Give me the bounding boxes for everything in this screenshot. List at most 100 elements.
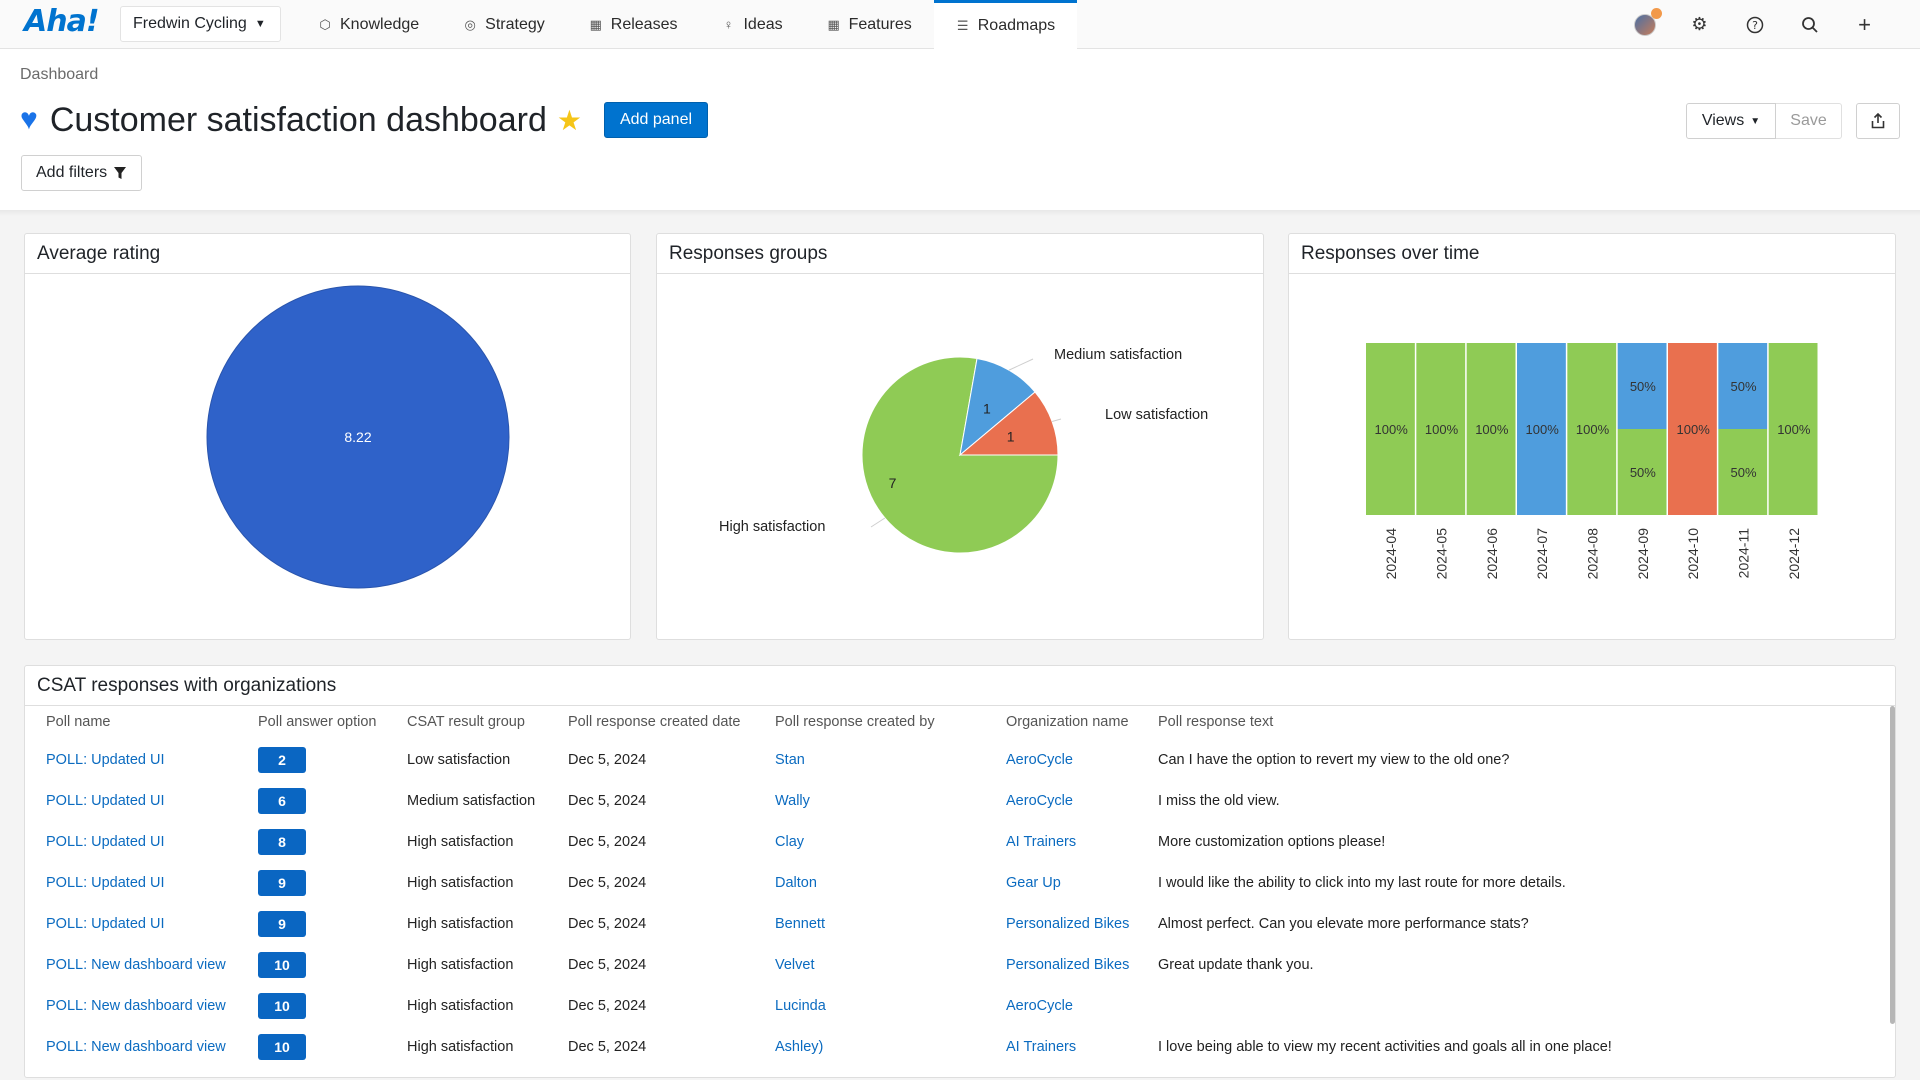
page-title: Customer satisfaction dashboard [49, 100, 547, 139]
knowledge-icon: ⬡ [319, 16, 331, 32]
table-row: POLL: Updated UI 8 High satisfaction Dec 5,… [24, 821, 1894, 862]
column-header[interactable]: Poll response text [1158, 714, 1273, 730]
organization-link[interactable]: AeroCycle [1006, 752, 1073, 768]
add-filters-button[interactable]: Add filters [21, 155, 143, 191]
panel-title: Responses groups [657, 234, 1263, 274]
favorite-star-icon[interactable]: ★ [557, 104, 582, 137]
user-avatar-button[interactable] [1617, 0, 1672, 49]
poll-name-link[interactable]: POLL: Updated UI [46, 875, 165, 891]
settings-button[interactable]: ⚙ [1672, 0, 1727, 49]
organization-link[interactable]: AeroCycle [1006, 998, 1073, 1014]
poll-answer-badge: 2 [258, 746, 306, 773]
search-icon [1801, 16, 1818, 33]
nav-item-strategy[interactable]: ◎ Strategy [441, 0, 567, 49]
x-tick-label: 2024-06 [1484, 528, 1500, 580]
bar-data-label: 100% [1375, 422, 1409, 437]
column-header[interactable]: Organization name [1006, 714, 1129, 730]
column-header[interactable]: CSAT result group [407, 714, 525, 730]
poll-name-link[interactable]: POLL: New dashboard view [46, 957, 226, 973]
created-date-cell: Dec 5, 2024 [568, 833, 647, 850]
created-date-cell: Dec 5, 2024 [568, 956, 647, 973]
features-icon: ▦ [827, 16, 840, 32]
created-date-cell: Dec 5, 2024 [568, 792, 647, 809]
poll-name-link[interactable]: POLL: Updated UI [46, 752, 165, 768]
share-button[interactable] [1856, 103, 1900, 139]
add-button[interactable]: + [1837, 0, 1892, 49]
organization-link[interactable]: Gear Up [1006, 875, 1061, 891]
created-by-link[interactable]: Velvet [775, 957, 815, 973]
csat-group-cell: Low satisfaction [407, 751, 511, 768]
nav-item-roadmaps[interactable]: ☰ Roadmaps [933, 0, 1078, 49]
nav-item-label: Features [848, 15, 912, 33]
average-rating-panel[interactable]: Average rating 8.22 [24, 233, 631, 640]
add-panel-button[interactable]: Add panel [603, 102, 709, 138]
nav-item-releases[interactable]: ▦ Releases [567, 0, 700, 49]
poll-name-link[interactable]: POLL: Updated UI [46, 916, 165, 932]
created-date-cell: Dec 5, 2024 [568, 915, 647, 932]
organization-link[interactable]: Personalized Bikes [1006, 957, 1129, 973]
organization-link[interactable]: AI Trainers [1006, 834, 1076, 850]
nav-item-label: Releases [610, 15, 678, 33]
poll-name-link[interactable]: POLL: New dashboard view [46, 1039, 226, 1055]
column-header[interactable]: Poll answer option [258, 714, 377, 730]
add-filters-label: Add filters [36, 164, 108, 181]
table-row: POLL: New dashboard view 10 High satisfact… [24, 985, 1894, 1026]
poll-name-link[interactable]: POLL: New dashboard view [46, 998, 226, 1014]
top-right-actions: ⚙ ? + [1617, 0, 1892, 49]
poll-answer-badge: 10 [258, 992, 306, 1019]
aha-logo[interactable]: Aha! [24, 4, 100, 39]
views-dropdown[interactable]: Views ▼ [1686, 103, 1776, 139]
table-scrollbar[interactable] [1890, 706, 1895, 1024]
legend-label: Medium satisfaction [1054, 347, 1182, 363]
column-header[interactable]: Poll response created date [568, 714, 741, 730]
poll-answer-badge: 6 [258, 787, 306, 814]
column-header[interactable]: Poll name [46, 714, 110, 730]
bar-data-label: 50% [1630, 379, 1656, 394]
x-tick-label: 2024-07 [1534, 528, 1550, 580]
created-by-link[interactable]: Bennett [775, 916, 825, 932]
breadcrumb[interactable]: Dashboard [20, 66, 98, 84]
organization-link[interactable]: AeroCycle [1006, 793, 1073, 809]
poll-answer-badge: 9 [258, 869, 306, 896]
save-button[interactable]: Save [1776, 103, 1842, 139]
bar-data-label: 100% [1777, 422, 1811, 437]
responses-groups-panel[interactable]: Responses groups 7 1 1 High satisfaction Med… [656, 233, 1264, 640]
workspace-selector[interactable]: Fredwin Cycling ▼ [120, 6, 281, 42]
nav-item-features[interactable]: ▦ Features [805, 0, 934, 49]
created-by-link[interactable]: Lucinda [775, 998, 826, 1014]
legend-label: High satisfaction [719, 519, 825, 535]
column-header[interactable]: Poll response created by [775, 714, 935, 730]
poll-name-link[interactable]: POLL: Updated UI [46, 793, 165, 809]
x-tick-label: 2024-12 [1786, 528, 1802, 580]
help-button[interactable]: ? [1727, 0, 1782, 49]
main-nav: ⬡ Knowledge ◎ Strategy ▦ Releases ♀ Ideas ▦ Featu… [296, 0, 1078, 49]
chevron-down-icon: ▼ [1750, 115, 1761, 127]
help-icon: ? [1746, 16, 1763, 33]
nav-item-ideas[interactable]: ♀ Ideas [699, 0, 804, 49]
organization-link[interactable]: Personalized Bikes [1006, 916, 1129, 932]
created-by-link[interactable]: Stan [775, 752, 805, 768]
poll-name-link[interactable]: POLL: Updated UI [46, 834, 165, 850]
nav-item-knowledge[interactable]: ⬡ Knowledge [296, 0, 441, 49]
nav-item-label: Strategy [485, 15, 545, 33]
poll-answer-badge: 10 [258, 1033, 306, 1060]
csat-group-cell: Medium satisfaction [407, 792, 536, 809]
responses-over-time-panel[interactable]: Responses over time 100% 2024-04 100% 2024-… [1288, 233, 1896, 640]
search-button[interactable] [1782, 0, 1837, 49]
x-tick-label: 2024-11 [1736, 528, 1752, 579]
created-by-link[interactable]: Dalton [775, 875, 817, 891]
created-by-link[interactable]: Ashley) [775, 1039, 823, 1055]
bar-data-label: 100% [1576, 422, 1610, 437]
nav-item-label: Roadmaps [977, 17, 1056, 34]
response-text-cell: Great update thank you. [1158, 956, 1314, 973]
responses-groups-chart: 7 11 High satisfaction Medium satisfaction L… [719, 347, 1208, 554]
data-label: 7 [889, 475, 897, 491]
bar-data-label: 100% [1677, 422, 1711, 437]
organization-link[interactable]: AI Trainers [1006, 1039, 1076, 1055]
views-label: Views [1701, 112, 1745, 129]
created-by-link[interactable]: Wally [775, 793, 810, 809]
leader-line [1008, 358, 1034, 371]
created-by-link[interactable]: Clay [775, 834, 804, 850]
notification-dot [1651, 8, 1662, 19]
releases-icon: ▦ [589, 16, 602, 32]
